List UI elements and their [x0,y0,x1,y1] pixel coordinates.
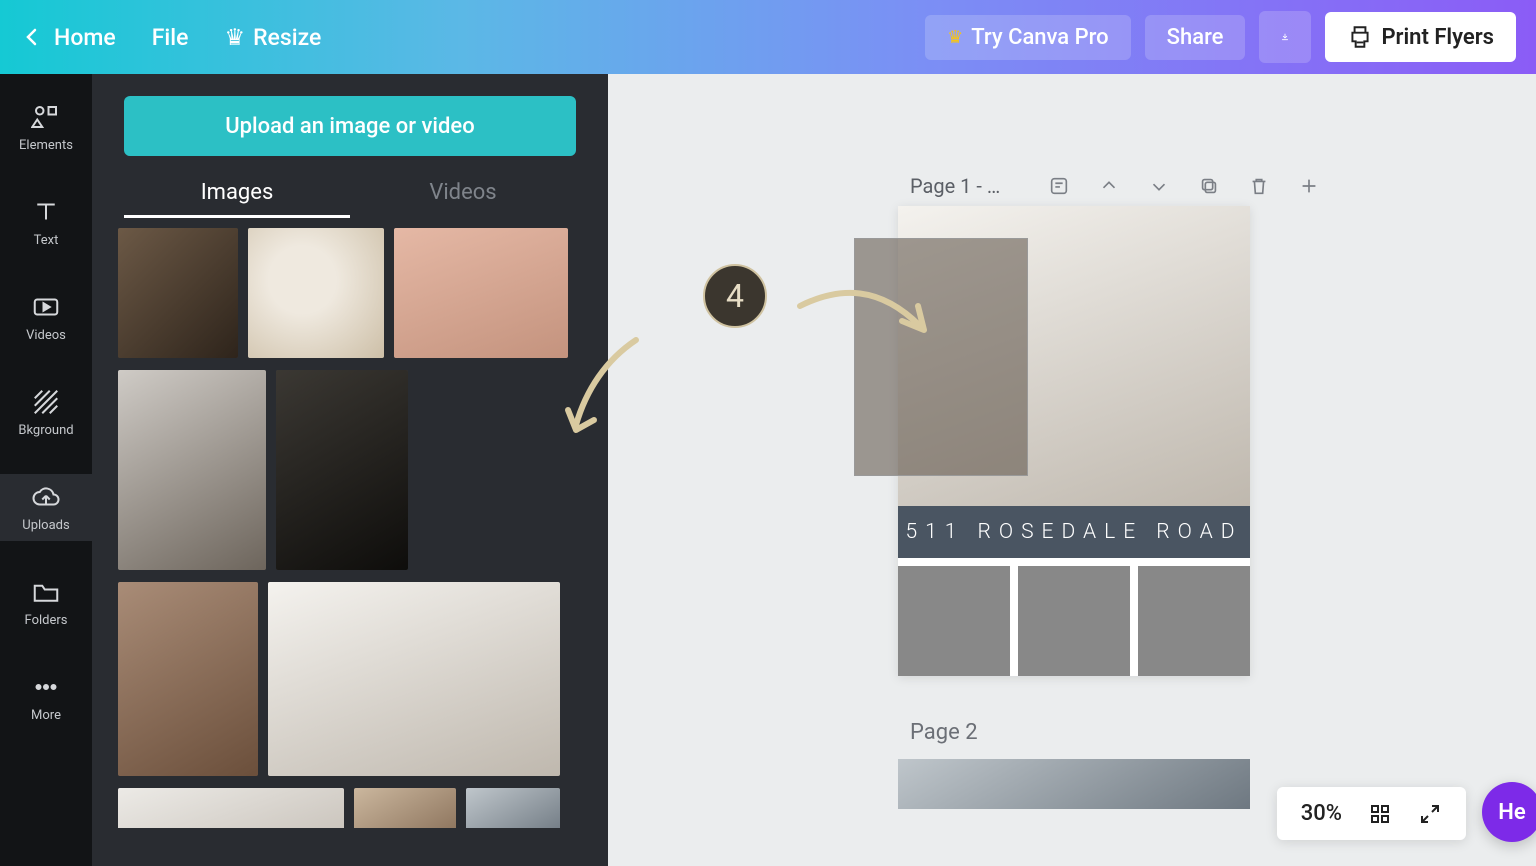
uploads-grid[interactable] [92,218,608,828]
upload-thumb[interactable] [118,228,238,358]
rail-uploads[interactable]: Uploads [0,474,92,541]
fullscreen-icon[interactable] [1418,802,1442,826]
upload-thumb[interactable] [248,228,384,358]
print-flyers-button[interactable]: Print Flyers [1325,12,1516,62]
share-button[interactable]: Share [1145,15,1246,60]
cloud-upload-icon [31,482,61,512]
file-menu[interactable]: File [152,24,189,51]
grid-view-icon[interactable] [1368,802,1392,826]
tab-videos[interactable]: Videos [350,170,576,218]
hatch-icon [31,387,61,417]
flyer-page-1[interactable]: 511 ROSEDALE ROAD [898,206,1250,676]
resize-menu[interactable]: ♛ Resize [224,24,321,51]
rail-background[interactable]: Bkground [0,379,92,446]
sidebar-rail: Elements Text Videos Bkground Uploads Fo… [0,74,92,866]
home-label: Home [54,24,116,51]
canvas-area[interactable]: Page 1 - … 511 ROSEDALE ROAD [608,74,1536,866]
page1-label: Page 1 - … [910,174,1020,198]
notes-icon[interactable] [1048,175,1070,197]
upload-thumb[interactable] [118,370,266,570]
rail-text-label: Text [34,233,59,248]
try-pro-button[interactable]: ♛ Try Canva Pro [925,15,1131,60]
duplicate-icon[interactable] [1198,175,1220,197]
delete-icon[interactable] [1248,175,1270,197]
page-strip: Page 1 - … 511 ROSEDALE ROAD [898,174,1496,809]
rail-elements[interactable]: Elements [0,94,92,161]
topbar-left: Home File ♛ Resize [20,24,321,51]
tutorial-arrow-icon [790,266,940,356]
upload-thumb[interactable] [118,788,344,828]
tutorial-arrow-icon [556,330,646,440]
topbar: Home File ♛ Resize ♛ Try Canva Pro Share… [0,0,1536,74]
upload-thumb[interactable] [268,582,560,776]
flyer-hero-image[interactable] [898,206,1250,506]
download-icon [1281,24,1289,50]
rail-elements-label: Elements [19,138,73,153]
rail-folders[interactable]: Folders [0,569,92,636]
help-button[interactable]: He [1482,782,1536,842]
page-actions [1048,175,1320,197]
rail-text[interactable]: Text [0,189,92,256]
tutorial-step-badge: 4 [703,264,767,328]
flyer-small-image[interactable] [898,566,1010,676]
print-icon [1347,24,1373,50]
upload-thumb[interactable] [118,582,258,776]
crown-icon: ♛ [947,27,963,48]
page2-label: Page 2 [898,720,1496,745]
flyer-small-image[interactable] [1138,566,1250,676]
text-icon [31,197,61,227]
rail-more-label: More [31,708,61,723]
folder-icon [31,577,61,607]
download-button[interactable] [1259,11,1311,63]
resize-label: Resize [253,24,321,51]
help-label: He [1498,800,1525,825]
topbar-right: ♛ Try Canva Pro Share Print Flyers [925,11,1516,63]
share-label: Share [1167,25,1224,50]
uploads-tabs: Images Videos [92,170,608,218]
page-up-icon[interactable] [1098,175,1120,197]
rail-uploads-label: Uploads [22,518,69,533]
upload-thumb[interactable] [276,370,408,570]
flyer-page-2[interactable] [898,759,1250,809]
upload-thumb[interactable] [466,788,560,828]
workspace: Elements Text Videos Bkground Uploads Fo… [0,74,1536,866]
add-page-icon[interactable] [1298,175,1320,197]
crown-icon: ♛ [224,24,245,51]
chevron-left-icon [20,25,44,49]
zoom-value[interactable]: 30% [1301,801,1342,826]
rail-folders-label: Folders [25,613,68,628]
shapes-icon [31,102,61,132]
rail-videos[interactable]: Videos [0,284,92,351]
file-label: File [152,24,189,51]
video-icon [31,292,61,322]
flyer-bottom-row [898,558,1250,676]
upload-thumb[interactable] [394,228,568,358]
try-pro-label: Try Canva Pro [971,25,1108,50]
zoom-controls: 30% [1277,787,1466,840]
flyer-small-image[interactable] [1018,566,1130,676]
page-down-icon[interactable] [1148,175,1170,197]
home-button[interactable]: Home [20,24,116,51]
page-header: Page 1 - … [898,174,1496,198]
rail-more[interactable]: More [0,664,92,731]
tab-images[interactable]: Images [124,170,350,218]
print-label: Print Flyers [1381,25,1494,50]
rail-videos-label: Videos [26,328,66,343]
upload-button[interactable]: Upload an image or video [124,96,576,156]
uploads-panel: Upload an image or video Images Videos [92,74,608,866]
flyer-title[interactable]: 511 ROSEDALE ROAD [898,506,1250,558]
step-number: 4 [726,277,744,315]
more-icon [31,672,61,702]
upload-thumb[interactable] [354,788,456,828]
rail-bkground-label: Bkground [18,423,73,438]
